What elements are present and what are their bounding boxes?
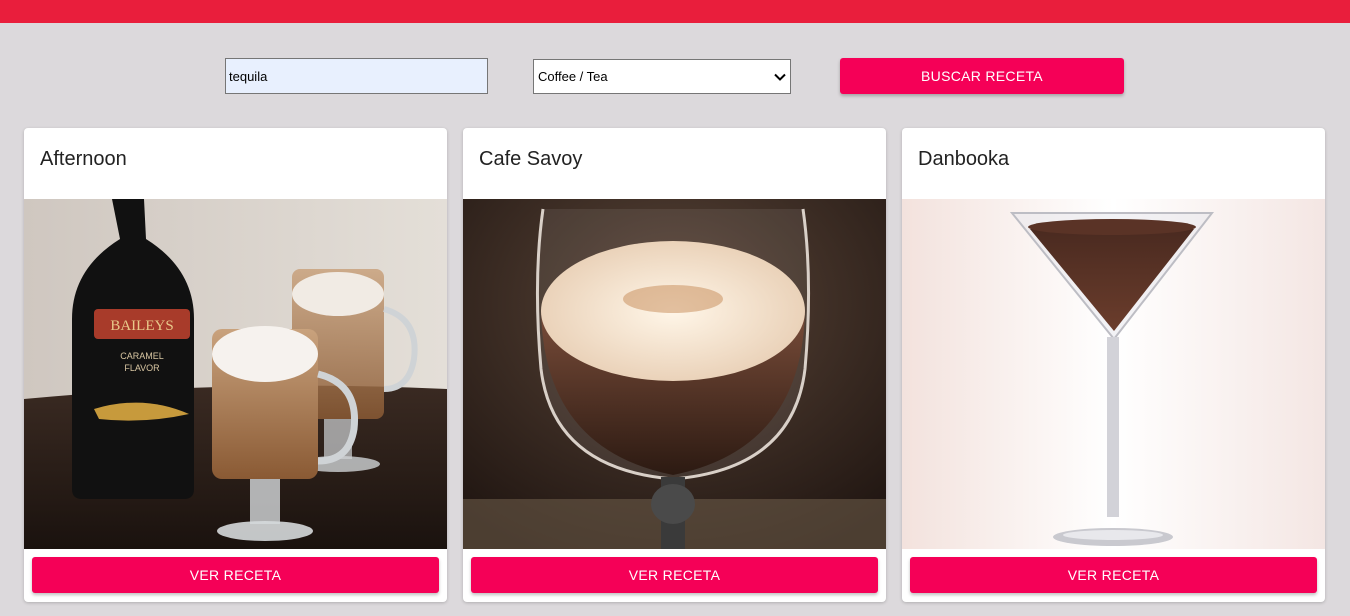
recipe-image: BAILEYS CARAMEL FLAVOR xyxy=(24,199,447,549)
recipe-card: Cafe Savoy VER RECETA xyxy=(463,128,886,602)
search-input[interactable] xyxy=(225,58,488,94)
card-title: Danbooka xyxy=(918,148,1010,170)
view-recipe-button[interactable]: VER RECETA xyxy=(910,557,1317,593)
svg-text:CARAMEL: CARAMEL xyxy=(120,351,164,361)
search-recipe-button[interactable]: BUSCAR RECETA xyxy=(840,58,1124,94)
category-select[interactable]: Coffee / Tea xyxy=(533,59,791,94)
view-recipe-button[interactable]: VER RECETA xyxy=(32,557,439,593)
recipe-image xyxy=(463,199,886,549)
chevron-down-icon xyxy=(774,73,786,81)
view-recipe-button[interactable]: VER RECETA xyxy=(471,557,878,593)
card-title: Afternoon xyxy=(40,148,127,170)
recipe-card: Danbooka VER RECETA xyxy=(902,128,1325,602)
card-title: Cafe Savoy xyxy=(479,148,583,170)
category-select-value: Coffee / Tea xyxy=(538,69,608,84)
top-bar xyxy=(0,0,1350,23)
svg-text:BAILEYS: BAILEYS xyxy=(110,318,173,334)
recipe-card: Afternoon BAILEYS CARAMEL FLAVOR VER REC… xyxy=(24,128,447,602)
svg-text:FLAVOR: FLAVOR xyxy=(124,363,160,373)
recipe-image xyxy=(902,199,1325,549)
